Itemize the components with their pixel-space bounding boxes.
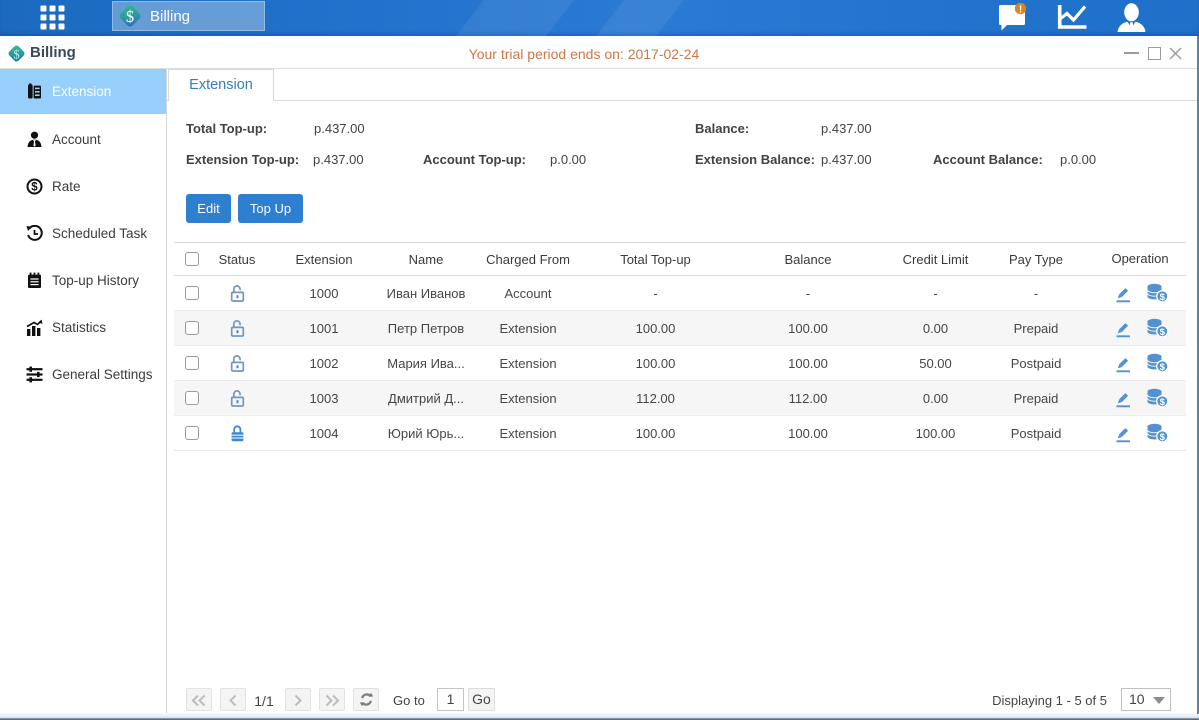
svg-text:$: $ xyxy=(1159,327,1165,338)
svg-text:$: $ xyxy=(1159,397,1165,408)
svg-text:$: $ xyxy=(126,7,134,26)
svg-text:!: ! xyxy=(1019,4,1022,15)
svg-text:$: $ xyxy=(1159,432,1165,443)
svg-text:$: $ xyxy=(1159,362,1165,373)
svg-text:$: $ xyxy=(1159,292,1165,303)
svg-text:$: $ xyxy=(31,182,38,194)
